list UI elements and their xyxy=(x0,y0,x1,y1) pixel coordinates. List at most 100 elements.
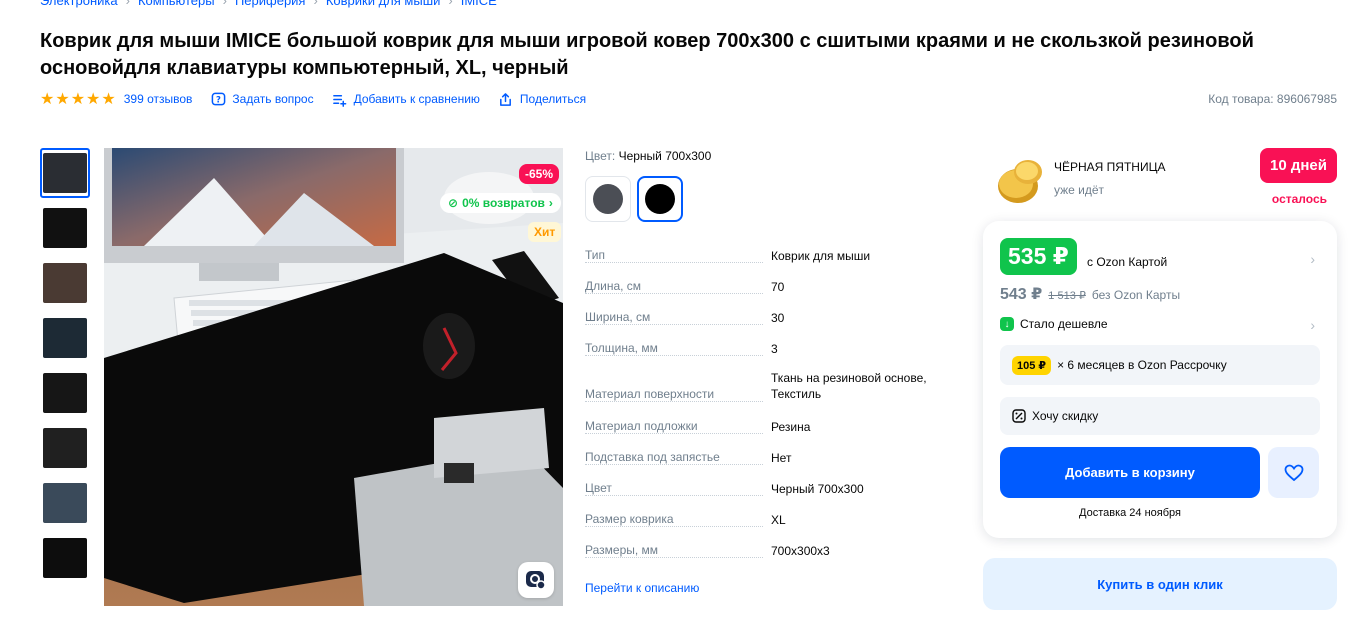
price-dropped-row[interactable]: ↓ Стало дешевле xyxy=(1000,317,1108,331)
promo-days-badge: 10 дней xyxy=(1260,148,1337,183)
favorite-button[interactable] xyxy=(1268,447,1319,498)
swatch-grey-dot xyxy=(593,184,623,214)
star-icon: ★ xyxy=(55,91,70,108)
discount-icon xyxy=(1012,409,1026,423)
spec-key: Цвет xyxy=(585,481,763,496)
rating-stars[interactable]: ★ ★ ★ ★ ★ xyxy=(40,89,116,109)
go-to-description-link[interactable]: Перейти к описанию xyxy=(585,581,699,595)
spec-key: Материал подложки xyxy=(585,419,763,434)
compare-icon xyxy=(332,91,348,107)
breadcrumb-separator: › xyxy=(222,0,227,8)
thumb-features-image xyxy=(43,318,87,358)
thumbnail-list xyxy=(40,148,92,588)
color-label: Цвет: Черный 700x300 xyxy=(585,149,711,163)
thumb-rolled-mat[interactable] xyxy=(40,368,90,418)
returns-badge[interactable]: ⊘ 0% возвратов › xyxy=(440,193,561,213)
thumb-desk-setup[interactable] xyxy=(40,478,90,528)
reviews-link[interactable]: 399 отзывов xyxy=(124,92,193,106)
spec-key: Размер коврика xyxy=(585,512,763,527)
image-search-button[interactable] xyxy=(518,562,554,598)
arrow-down-icon: ↓ xyxy=(1000,317,1014,331)
thumb-desk-mat[interactable] xyxy=(40,148,90,198)
thumb-mat-size-image xyxy=(43,208,87,248)
thumb-desk-setup-image xyxy=(43,483,87,523)
ask-question-label: Задать вопрос xyxy=(232,92,314,106)
thumb-features[interactable] xyxy=(40,313,90,363)
breadcrumb-separator: › xyxy=(313,0,318,8)
compare-label: Добавить к сравнению xyxy=(353,92,480,106)
chevron-right-icon[interactable]: › xyxy=(1310,317,1315,333)
hit-badge: Хит xyxy=(528,222,562,242)
spec-value: Ткань на резиновой основе, Текстиль xyxy=(771,371,927,401)
spec-value: Черный 700x300 xyxy=(771,482,864,496)
share-label: Поделиться xyxy=(519,92,587,106)
breadcrumb-item[interactable]: IMICE xyxy=(461,0,497,8)
breadcrumb-item[interactable]: Коврики для мыши xyxy=(326,0,441,8)
promo-subtitle: уже идёт xyxy=(1054,183,1105,197)
thumb-mat-edge[interactable] xyxy=(40,423,90,473)
promo-days-left: осталось xyxy=(1271,192,1327,206)
ozon-card-price[interactable]: 535 ₽ xyxy=(1000,238,1077,275)
heart-icon xyxy=(1284,464,1303,481)
spec-key: Подставка под запястье xyxy=(585,450,763,465)
spec-key: Материал поверхности xyxy=(585,387,763,402)
breadcrumb-item[interactable]: Компьютеры xyxy=(138,0,215,8)
discount-badge: -65% xyxy=(519,164,560,184)
swatch-black-dot xyxy=(645,184,675,214)
add-to-cart-button[interactable]: Добавить в корзину xyxy=(1000,447,1260,498)
returns-label: 0% возвратов xyxy=(462,196,545,210)
share-link[interactable]: Поделиться xyxy=(498,91,586,107)
want-discount-row[interactable]: Хочу скидку xyxy=(1000,397,1320,435)
returns-icon: ⊘ xyxy=(448,196,459,210)
promo-title: ЧЁРНАЯ ПЯТНИЦА xyxy=(1054,160,1166,174)
spec-key: Толщина, мм xyxy=(585,341,763,356)
main-product-image[interactable] xyxy=(104,148,563,606)
thumb-rolled-mat-image xyxy=(43,373,87,413)
product-meta-row: ★ ★ ★ ★ ★ 399 отзывов ? Задать вопрос Добави… xyxy=(40,90,604,108)
spec-value: XL xyxy=(771,513,786,527)
chevron-right-icon[interactable]: › xyxy=(1310,251,1315,267)
ozon-card-label: с Ozon Картой xyxy=(1087,255,1168,269)
thumb-mat-size[interactable] xyxy=(40,203,90,253)
thumb-desk-mat-image xyxy=(43,153,87,193)
coins-icon xyxy=(998,160,1042,203)
color-label-key: Цвет: xyxy=(585,149,616,163)
thumb-mat-flat[interactable] xyxy=(40,533,90,583)
swatch-black[interactable] xyxy=(637,176,683,222)
thumb-hand-on-mat-image xyxy=(43,263,87,303)
breadcrumb-item[interactable]: Электроника xyxy=(40,0,118,8)
thumb-mat-edge-image xyxy=(43,428,87,468)
installment-text: × 6 месяцев в Ozon Рассрочку xyxy=(1057,358,1227,372)
product-title: Коврик для мыши IMICE большой коврик для… xyxy=(40,30,1254,79)
share-icon xyxy=(498,91,514,107)
thumb-hand-on-mat[interactable] xyxy=(40,258,90,308)
product-sku[interactable]: Код товара: 896067985 xyxy=(1208,92,1337,106)
installment-row[interactable]: 105 ₽ × 6 месяцев в Ozon Рассрочку xyxy=(1000,345,1320,385)
swatch-grey[interactable] xyxy=(585,176,631,222)
color-label-value: Черный 700x300 xyxy=(618,149,712,163)
regular-price-value: 543 ₽ xyxy=(1000,286,1043,303)
spec-key: Ширина, см xyxy=(585,310,763,325)
spec-value: Нет xyxy=(771,451,792,465)
star-icon: ★ xyxy=(40,91,55,108)
installment-amount: 105 ₽ xyxy=(1012,355,1052,375)
breadcrumb-separator: › xyxy=(125,0,130,8)
spec-value: Коврик для мыши xyxy=(771,249,871,263)
product-photo xyxy=(104,148,563,606)
delivery-date: Доставка 24 ноября xyxy=(1079,507,1181,519)
ask-question-link[interactable]: ? Задать вопрос xyxy=(210,91,314,107)
spec-value: 30 xyxy=(771,311,785,325)
thumb-mat-flat-image xyxy=(43,538,87,578)
svg-text:?: ? xyxy=(216,94,221,104)
color-swatches xyxy=(585,176,683,222)
spec-key: Длина, см xyxy=(585,279,763,294)
breadcrumb-separator: › xyxy=(448,0,453,8)
want-discount-label: Хочу скидку xyxy=(1032,409,1099,423)
buy-one-click-button[interactable]: Купить в один клик xyxy=(983,558,1337,610)
breadcrumb-item[interactable]: Периферия xyxy=(235,0,306,8)
add-to-compare-link[interactable]: Добавить к сравнению xyxy=(332,91,480,107)
spec-key: Размеры, мм xyxy=(585,543,763,558)
black-friday-promo[interactable]: ЧЁРНАЯ ПЯТНИЦА уже идёт 10 дней осталось xyxy=(994,148,1337,212)
spec-value: Резина xyxy=(771,420,811,434)
chevron-right-icon: › xyxy=(548,196,553,210)
